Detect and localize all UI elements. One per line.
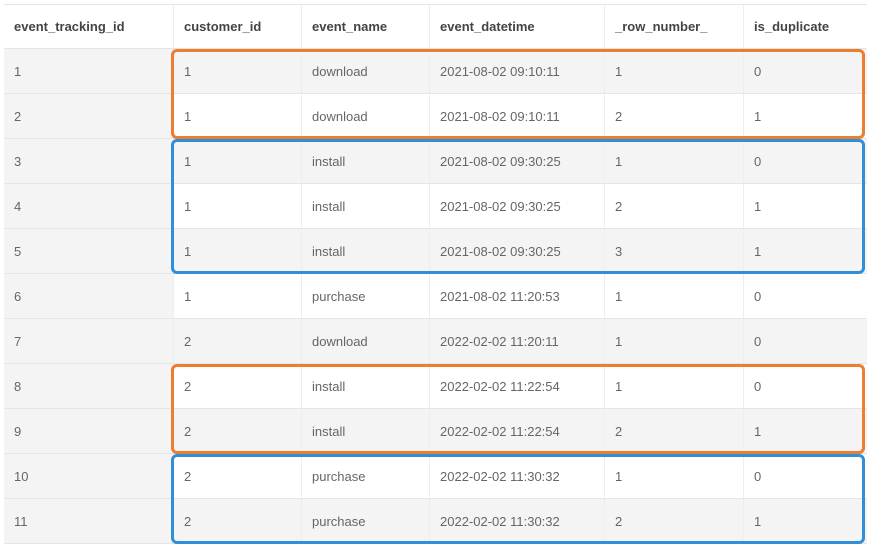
table-cell: 2 — [174, 364, 302, 408]
table-cell: 2022-02-02 11:22:54 — [430, 409, 605, 453]
table-cell: 2 — [605, 184, 744, 228]
table-row: 72download2022-02-02 11:20:1110 — [4, 319, 867, 364]
table-cell: 1 — [4, 49, 174, 93]
table-cell: 1 — [174, 49, 302, 93]
table-row: 21download2021-08-02 09:10:1121 — [4, 94, 867, 139]
table-cell: 7 — [4, 319, 174, 363]
table-cell: 9 — [4, 409, 174, 453]
table-cell: 1 — [744, 94, 867, 138]
table-cell: 8 — [4, 364, 174, 408]
table-header-row: event_tracking_id customer_id event_name… — [4, 4, 867, 49]
table-cell: 1 — [605, 454, 744, 498]
table-cell: 1 — [605, 49, 744, 93]
table-cell: 1 — [174, 94, 302, 138]
col-event-name: event_name — [302, 5, 430, 48]
table-cell: 0 — [744, 454, 867, 498]
col-event-datetime: event_datetime — [430, 5, 605, 48]
table-cell: 1 — [605, 274, 744, 318]
table-cell: 10 — [4, 454, 174, 498]
table-row: 82install2022-02-02 11:22:5410 — [4, 364, 867, 409]
table-cell: 2022-02-02 11:20:11 — [430, 319, 605, 363]
table-cell: purchase — [302, 454, 430, 498]
table-cell: install — [302, 229, 430, 273]
table-cell: 2021-08-02 09:30:25 — [430, 184, 605, 228]
table-row: 11download2021-08-02 09:10:1110 — [4, 49, 867, 94]
table-cell: 2 — [174, 319, 302, 363]
table-cell: 2021-08-02 09:30:25 — [430, 229, 605, 273]
col-event-tracking-id: event_tracking_id — [4, 5, 174, 48]
table-cell: 11 — [4, 499, 174, 543]
table-cell: 1 — [174, 184, 302, 228]
table-cell: 1 — [744, 409, 867, 453]
table-cell: 2021-08-02 11:20:53 — [430, 274, 605, 318]
table-cell: 6 — [4, 274, 174, 318]
table-cell: 0 — [744, 139, 867, 183]
table-cell: 2021-08-02 09:10:11 — [430, 49, 605, 93]
table-cell: download — [302, 94, 430, 138]
table-cell: install — [302, 364, 430, 408]
table-cell: 2021-08-02 09:10:11 — [430, 94, 605, 138]
table-cell: 1 — [744, 499, 867, 543]
table-cell: download — [302, 319, 430, 363]
table-cell: 2 — [605, 499, 744, 543]
table-cell: 1 — [174, 229, 302, 273]
col-row-number: _row_number_ — [605, 5, 744, 48]
table-row: 92install2022-02-02 11:22:5421 — [4, 409, 867, 454]
table-cell: 3 — [605, 229, 744, 273]
table-cell: 2 — [4, 94, 174, 138]
col-is-duplicate: is_duplicate — [744, 5, 867, 48]
table-cell: 2022-02-02 11:22:54 — [430, 364, 605, 408]
table-cell: 1 — [605, 319, 744, 363]
table-cell: 2022-02-02 11:30:32 — [430, 499, 605, 543]
table-row: 41install2021-08-02 09:30:2521 — [4, 184, 867, 229]
table-cell: 2 — [174, 409, 302, 453]
table-cell: 1 — [605, 139, 744, 183]
table-cell: download — [302, 49, 430, 93]
table-row: 112purchase2022-02-02 11:30:3221 — [4, 499, 867, 544]
table-cell: 4 — [4, 184, 174, 228]
table-cell: 2 — [605, 94, 744, 138]
table-cell: 0 — [744, 319, 867, 363]
table-cell: 2022-02-02 11:30:32 — [430, 454, 605, 498]
table-cell: 1 — [605, 364, 744, 408]
table-cell: 1 — [744, 229, 867, 273]
table-cell: purchase — [302, 499, 430, 543]
table-cell: 1 — [174, 139, 302, 183]
data-table: event_tracking_id customer_id event_name… — [4, 4, 867, 544]
table-cell: install — [302, 184, 430, 228]
table-cell: 0 — [744, 49, 867, 93]
table-row: 51install2021-08-02 09:30:2531 — [4, 229, 867, 274]
table-cell: 2 — [174, 454, 302, 498]
table-cell: 2021-08-02 09:30:25 — [430, 139, 605, 183]
table-cell: 1 — [174, 274, 302, 318]
table-row: 61purchase2021-08-02 11:20:5310 — [4, 274, 867, 319]
table-cell: install — [302, 139, 430, 183]
table-cell: 1 — [744, 184, 867, 228]
table-cell: install — [302, 409, 430, 453]
table-cell: 5 — [4, 229, 174, 273]
table-cell: 3 — [4, 139, 174, 183]
table-row: 102purchase2022-02-02 11:30:3210 — [4, 454, 867, 499]
table-cell: 2 — [605, 409, 744, 453]
table-cell: 0 — [744, 274, 867, 318]
col-customer-id: customer_id — [174, 5, 302, 48]
table-cell: purchase — [302, 274, 430, 318]
table-body: 11download2021-08-02 09:10:111021downloa… — [4, 49, 867, 544]
table-row: 31install2021-08-02 09:30:2510 — [4, 139, 867, 184]
table-cell: 2 — [174, 499, 302, 543]
table-cell: 0 — [744, 364, 867, 408]
